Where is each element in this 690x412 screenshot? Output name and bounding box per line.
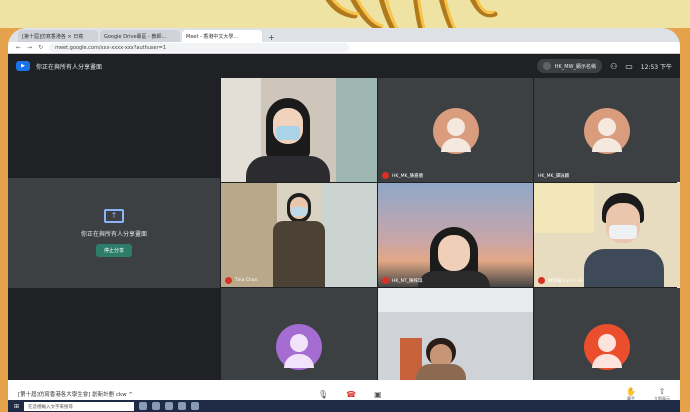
participant-name: Tina Chan — [225, 277, 258, 284]
participant-name: HK_MK_譚詠麟 — [538, 174, 570, 179]
mic-off-icon — [538, 277, 545, 284]
task-view-icon[interactable] — [139, 402, 148, 410]
screenshot-area: [第十屆]仿寫香港各 × 日寫 Google Drive專區 - 教師... M… — [8, 28, 680, 408]
present-screen-icon: ↑ — [104, 209, 124, 223]
meeting-details-button[interactable]: [第十屆]仿寫香港各大學生會] 創新計劃 ckw ^ — [18, 390, 318, 398]
url-input[interactable]: meet.google.com/xxx-xxxx-xxx?authuser=1 — [49, 43, 350, 52]
participant-name: HK_MK_陳嘉儀 — [382, 172, 423, 179]
participant-tile[interactable] — [221, 288, 377, 380]
account-avatar — [542, 62, 551, 70]
chat-icon[interactable]: ▭ — [625, 62, 633, 71]
windows-taskbar: ⊞ 在這裡輸入文字來搜尋 — [8, 400, 680, 412]
account-pill[interactable]: HK_MW_顯示名稱 — [536, 59, 603, 73]
browser-tab-active[interactable]: Meet - 香港中文大學... — [182, 30, 262, 42]
browser-tab-bar: [第十屆]仿寫香港各 × 日寫 Google Drive專區 - 教師... M… — [8, 28, 680, 42]
participant-tile[interactable] — [378, 288, 533, 380]
meet-title: 你正在與所有人分享畫面 — [36, 63, 103, 71]
meet-header: ▶ 你正在與所有人分享畫面 HK_MW_顯示名稱 ⚇ ▭ 12:53 下午 — [8, 54, 680, 78]
participant-tile[interactable]: Tina Chan — [221, 183, 377, 287]
participant-tile[interactable] — [221, 78, 377, 182]
edge-icon[interactable] — [152, 402, 161, 410]
empty-area — [8, 78, 220, 178]
account-name: HK_MW_顯示名稱 — [554, 63, 597, 70]
participant-name: HK_NT_陳梓琪 — [382, 277, 422, 284]
microphone-icon[interactable]: 🎙 — [318, 390, 328, 399]
back-icon[interactable]: ← — [16, 44, 21, 51]
browser-tab[interactable]: Google Drive專區 - 教師... — [100, 30, 180, 42]
chrome-icon[interactable] — [178, 402, 187, 410]
mic-off-icon — [382, 277, 389, 284]
mail-icon[interactable] — [191, 402, 200, 410]
new-tab-icon[interactable]: + — [264, 33, 279, 42]
camera-icon[interactable]: ▣ — [374, 390, 382, 399]
hand-icon: ✋ — [626, 386, 636, 396]
taskbar-search-input[interactable]: 在這裡輸入文字來搜尋 — [24, 401, 135, 411]
meet-logo-icon: ▶ — [16, 61, 30, 71]
mic-off-icon — [225, 277, 232, 284]
presenting-panel: ↑ 你正在與所有人分享畫面 停止分享 — [8, 178, 220, 288]
participant-tile[interactable]: HK_NT_陳梓琪 — [378, 183, 533, 287]
participant-tile[interactable]: HK_MK_陳嘉儀 — [378, 78, 533, 182]
file-explorer-icon[interactable] — [165, 402, 174, 410]
participant-name: 林宗翰 Lam C H — [538, 277, 582, 284]
participant-tile[interactable]: HK_MK_譚詠麟 — [534, 78, 680, 182]
mic-off-icon — [382, 172, 389, 179]
participant-tile[interactable] — [534, 288, 680, 380]
address-bar: ← → ↻ meet.google.com/xxx-xxxx-xxx?authu… — [8, 42, 680, 54]
participant-tile[interactable]: 林宗翰 Lam C H — [534, 183, 680, 287]
forward-icon[interactable]: → — [27, 44, 32, 51]
present-icon: ⇧ — [658, 386, 666, 396]
call-controls: 🎙 ☎ ▣ — [318, 390, 382, 399]
windows-start-icon[interactable]: ⊞ — [14, 403, 19, 410]
presenting-text: 你正在與所有人分享畫面 — [80, 231, 147, 238]
reload-icon[interactable]: ↻ — [38, 44, 43, 51]
end-call-icon[interactable]: ☎ — [346, 390, 356, 399]
meet-header-right: HK_MW_顯示名稱 ⚇ ▭ 12:53 下午 — [536, 59, 672, 73]
stop-presenting-button[interactable]: 停止分享 — [95, 244, 132, 257]
clock: 12:53 下午 — [640, 63, 672, 71]
browser-tab[interactable]: [第十屆]仿寫香港各 × 日寫 — [18, 30, 98, 42]
empty-area — [8, 288, 220, 380]
people-icon[interactable]: ⚇ — [610, 62, 617, 71]
